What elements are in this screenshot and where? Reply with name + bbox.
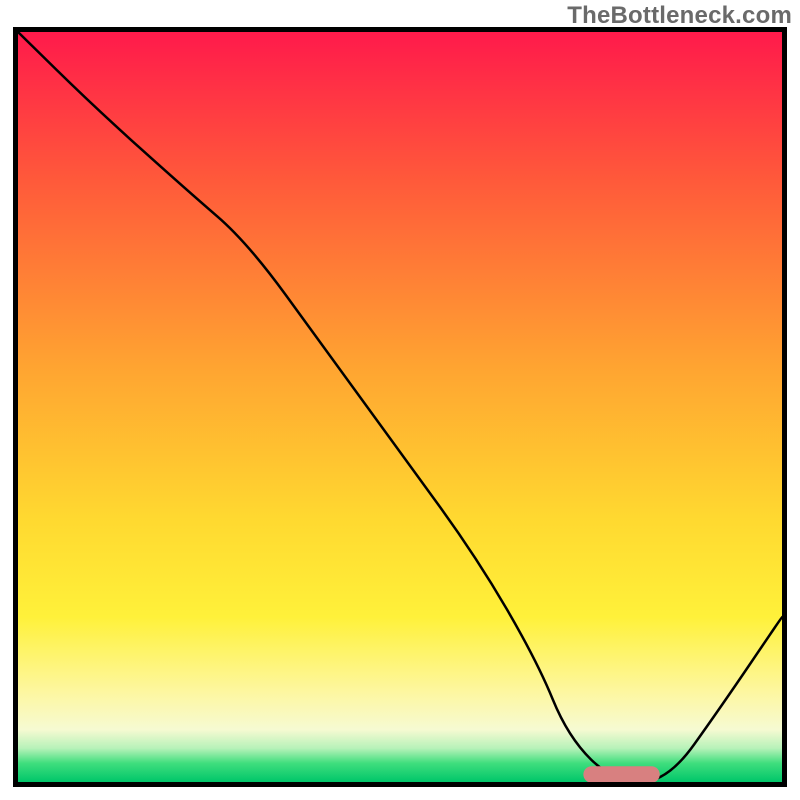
chart-frame: TheBottleneck.com: [0, 0, 800, 800]
bottleneck-chart: [0, 0, 800, 800]
chart-background: [18, 32, 782, 782]
optimal-range-marker: [583, 766, 659, 783]
